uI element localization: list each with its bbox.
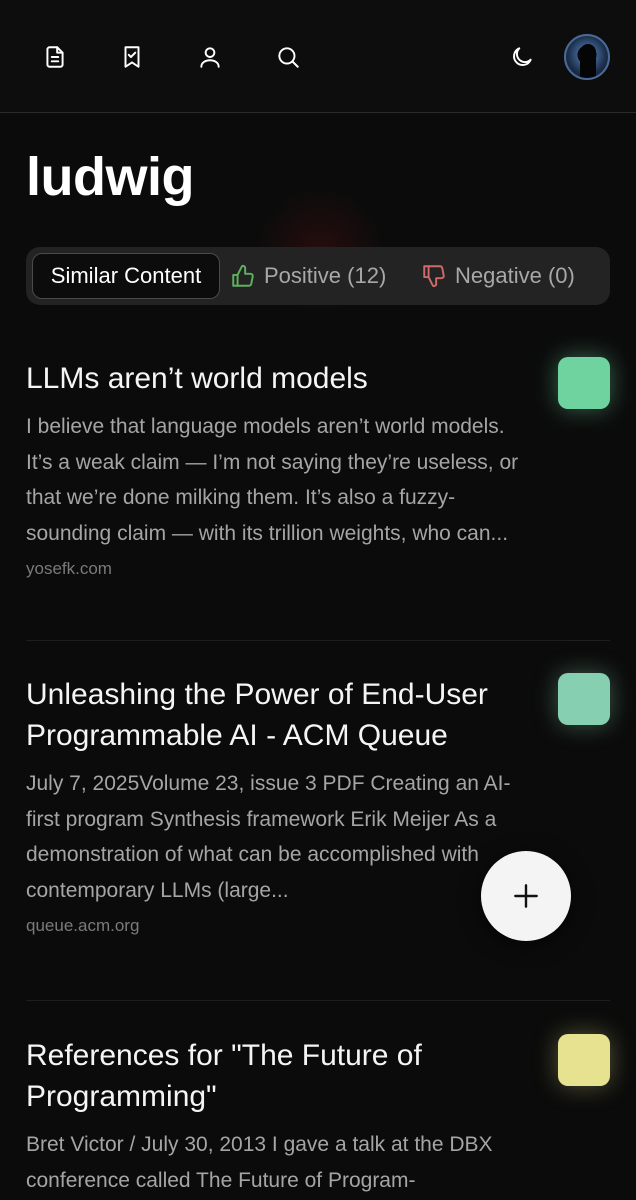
item-excerpt: July 7, 2025Volume 23, issue 3 PDF Creat… (26, 772, 511, 902)
thumbs-down-icon (423, 265, 445, 287)
filter-tabs: Similar Content Positive (12) Negative (… (26, 247, 610, 305)
thumbs-up-icon (232, 265, 254, 287)
divider (26, 640, 610, 641)
tab-similar-content[interactable]: Similar Content (32, 253, 220, 299)
plus-icon (514, 884, 538, 908)
item-thumbnail (558, 673, 610, 725)
bookmark-check-icon[interactable] (110, 35, 154, 79)
item-title[interactable]: LLMs aren’t world models (26, 358, 526, 399)
add-button[interactable] (481, 851, 571, 941)
item-thumbnail (558, 357, 610, 409)
search-icon[interactable] (266, 35, 310, 79)
divider (26, 1000, 610, 1001)
document-icon[interactable] (33, 35, 77, 79)
item-excerpt: I believe that language models aren’t wo… (26, 415, 519, 545)
list-item[interactable]: LLMs aren’t world models I believe that … (26, 358, 610, 579)
item-title[interactable]: Unleashing the Power of End-User Program… (26, 674, 526, 756)
moon-icon[interactable] (500, 35, 544, 79)
item-thumbnail (558, 1034, 610, 1086)
page-title: ludwig (26, 147, 194, 207)
item-title[interactable]: References for "The Future of Programmin… (26, 1035, 526, 1117)
tab-negative-label: Negative (0) (455, 263, 575, 288)
item-source[interactable]: yosefk.com (26, 559, 610, 579)
user-icon[interactable] (188, 35, 232, 79)
tab-positive-label: Positive (12) (264, 263, 387, 288)
top-nav-bar (0, 0, 636, 113)
avatar[interactable] (564, 34, 610, 80)
tab-negative[interactable]: Negative (0) (421, 253, 575, 299)
tab-positive[interactable]: Positive (12) (230, 253, 386, 299)
page: ludwig Similar Content Positive (12) Neg… (0, 0, 636, 1200)
item-excerpt: Bret Victor / July 30, 2013 I gave a tal… (26, 1133, 493, 1192)
list-item[interactable]: References for "The Future of Programmin… (26, 1035, 610, 1198)
